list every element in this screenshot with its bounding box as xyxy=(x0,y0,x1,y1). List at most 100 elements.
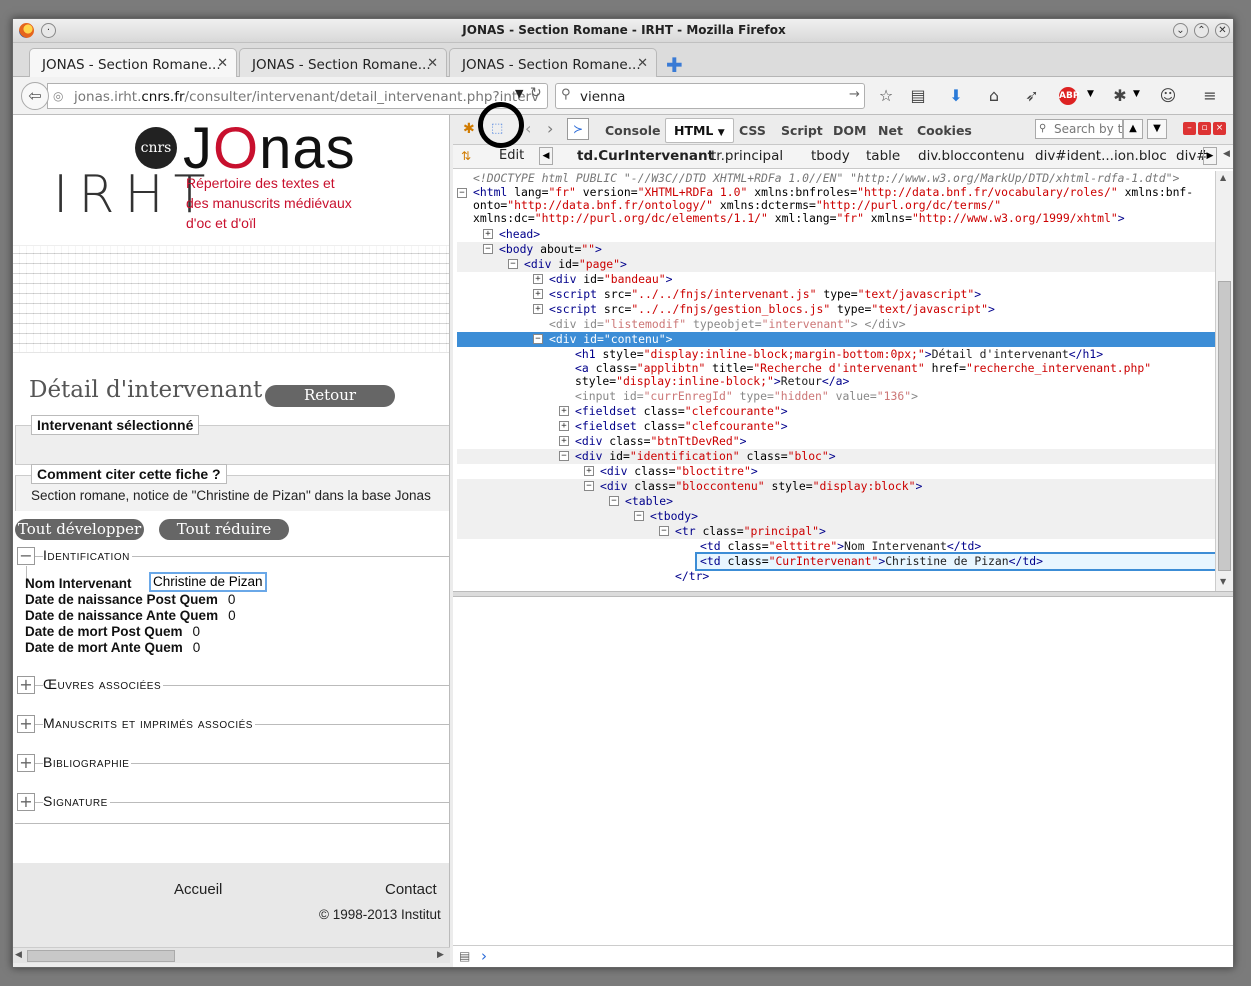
command-editor-icon[interactable]: ≻ xyxy=(567,118,589,140)
url-dropdown-icon[interactable]: ▼ xyxy=(515,87,523,100)
command-line[interactable]: ▤ › xyxy=(453,945,1233,967)
scroll-up-icon[interactable]: ▲ xyxy=(1220,173,1226,182)
detach-firebug-icon[interactable]: ▫ xyxy=(1198,122,1211,135)
collapse-icon[interactable]: − xyxy=(457,188,467,198)
nom-intervenant-input[interactable]: Christine de Pizan xyxy=(149,572,267,592)
collapse-icon[interactable]: − xyxy=(559,451,569,461)
expand-all-button[interactable]: Tout développer xyxy=(15,519,144,540)
node-a-retour[interactable]: <a class="applibtn" title="Recherche d'i… xyxy=(457,362,1177,390)
node-div-bloctitre[interactable]: + <div class="bloctitre"> xyxy=(457,464,1217,479)
scroll-down-icon[interactable]: ▼ xyxy=(1220,577,1226,586)
search-prev-icon[interactable]: ▲ xyxy=(1123,119,1143,139)
expand-icon[interactable]: + xyxy=(559,436,569,446)
breadcrumb-right-icon[interactable]: ▶ xyxy=(1203,147,1217,165)
search-next-icon[interactable]: ▼ xyxy=(1147,119,1167,139)
adblock-dropdown-icon[interactable]: ▼ xyxy=(1087,89,1094,99)
menu-icon[interactable]: ≡ xyxy=(1199,85,1221,107)
node-div-contenu[interactable]: − <div id="contenu"> xyxy=(457,332,1217,347)
tab-dom[interactable]: DOM xyxy=(833,123,866,138)
section-oeuvres[interactable]: + Œuvres associées xyxy=(17,674,449,694)
section-manuscrits[interactable]: + Manuscrits et imprimés associés xyxy=(17,713,449,733)
tab-console[interactable]: Console xyxy=(605,123,660,138)
footer-home-link[interactable]: Accueil xyxy=(174,881,222,898)
tab-2[interactable]: JONAS - Section Romane... ✕ xyxy=(239,48,447,77)
tab-css[interactable]: CSS xyxy=(739,123,766,138)
firebug-menu-icon[interactable]: ✱ xyxy=(463,121,475,137)
expand-icon[interactable]: + xyxy=(533,304,543,314)
node-tbody[interactable]: − <tbody> xyxy=(457,509,1217,524)
node-input-currenregid[interactable]: <input id="currEnregId" type="hidden" va… xyxy=(457,389,1217,404)
social-icon[interactable]: ☺ xyxy=(1157,85,1179,107)
node-h1[interactable]: <h1 style="display:inline-block;margin-b… xyxy=(457,347,1217,362)
collapse-icon[interactable]: − xyxy=(634,511,644,521)
node-td-curintervenant[interactable]: <td class="CurIntervenant">Christine de … xyxy=(695,552,1217,571)
collapse-icon[interactable]: − xyxy=(483,244,493,254)
scroll-left-icon[interactable]: ◀ xyxy=(15,950,22,960)
section-signature[interactable]: + Signature xyxy=(17,791,449,811)
tab-1[interactable]: JONAS - Section Romane... ✕ xyxy=(29,48,237,78)
node-html[interactable]: − <html lang="fr" version="XHTML+RDFa 1.0… xyxy=(457,186,1197,231)
search-go-icon[interactable]: → xyxy=(849,87,860,102)
adblock-icon[interactable]: ABP xyxy=(1059,87,1079,105)
node-script-gestion[interactable]: + <script src="../../fnjs/gestion_blocs.j… xyxy=(457,302,1217,317)
firebug-icon[interactable]: ✱ xyxy=(1109,85,1131,107)
node-fieldset-1[interactable]: + <fieldset class="clefcourante"> xyxy=(457,404,1217,419)
scrollbar-thumb[interactable] xyxy=(1218,281,1231,571)
close-tab-icon[interactable]: ✕ xyxy=(427,56,438,71)
search-input[interactable]: vienna xyxy=(555,83,865,109)
collapse-icon[interactable]: − xyxy=(508,259,518,269)
expand-icon[interactable]: + xyxy=(483,229,493,239)
firebug-dropdown-icon[interactable]: ▼ xyxy=(1133,89,1140,99)
node-tr-close[interactable]: </tr> xyxy=(457,569,1217,584)
new-tab-icon[interactable]: ✚ xyxy=(666,53,683,77)
reload-icon[interactable]: ↻ xyxy=(530,85,542,101)
maximize-icon[interactable]: ⌃ xyxy=(1194,23,1209,38)
node-div-page[interactable]: − <div id="page"> xyxy=(457,257,1217,272)
home-icon[interactable]: ⌂ xyxy=(983,85,1005,107)
section-identification[interactable]: − Identification xyxy=(17,545,449,584)
expand-icon[interactable]: + xyxy=(17,793,35,811)
close-tab-icon[interactable]: ✕ xyxy=(217,56,228,71)
breadcrumb-item[interactable]: div#ident...ion.bloc xyxy=(1035,148,1167,164)
collapse-icon[interactable]: − xyxy=(659,526,669,536)
collapse-icon[interactable]: − xyxy=(533,334,543,344)
minimize-firebug-icon[interactable]: – xyxy=(1183,122,1196,135)
site-info-icon[interactable]: ◎ xyxy=(53,89,63,103)
html-tree-scrollbar[interactable]: ▲ ▼ xyxy=(1215,171,1233,591)
breadcrumb-item[interactable]: table xyxy=(866,148,900,164)
breadcrumb-left-icon[interactable]: ◀ xyxy=(539,147,553,165)
node-head[interactable]: + <head> xyxy=(457,227,1217,242)
back-icon[interactable]: ‹ xyxy=(525,119,531,138)
breadcrumb-item[interactable]: tr.principal xyxy=(711,148,783,164)
node-div-bandeau[interactable]: + <div id="bandeau"> xyxy=(457,272,1217,287)
node-table[interactable]: − <table> xyxy=(457,494,1217,509)
minimize-icon[interactable]: ⌄ xyxy=(1173,23,1188,38)
close-window-icon[interactable]: ✕ xyxy=(1215,23,1230,38)
breadcrumb-scroll-icon[interactable]: ◀ xyxy=(1223,149,1230,159)
expand-icon[interactable]: + xyxy=(17,715,35,733)
collapse-icon[interactable]: − xyxy=(17,547,35,565)
reading-list-icon[interactable]: ▤ xyxy=(907,85,929,107)
scroll-right-icon[interactable]: ▶ xyxy=(437,950,444,960)
section-bibliographie[interactable]: + Bibliographie xyxy=(17,752,449,772)
expand-icon[interactable]: + xyxy=(533,274,543,284)
close-tab-icon[interactable]: ✕ xyxy=(637,56,648,71)
expand-icon[interactable]: + xyxy=(584,466,594,476)
tab-html[interactable]: HTML ▼ xyxy=(665,118,734,143)
node-tr-principal[interactable]: − <tr class="principal"> xyxy=(457,524,1217,539)
close-firebug-icon[interactable]: × xyxy=(1213,122,1226,135)
node-fieldset-2[interactable]: + <fieldset class="clefcourante"> xyxy=(457,419,1217,434)
node-div-listemodif[interactable]: <div id="listemodif" typeobjet="interven… xyxy=(457,317,1217,332)
firebug-search-input[interactable]: Search by t xyxy=(1035,119,1123,139)
breadcrumb-item[interactable]: tbody xyxy=(811,148,850,164)
footer-contact-link[interactable]: Contact xyxy=(385,881,437,898)
bookmark-star-icon[interactable]: ☆ xyxy=(875,85,897,107)
node-div-bloccontenu[interactable]: − <div class="bloccontenu" style="display… xyxy=(457,479,1217,494)
forward-icon[interactable]: › xyxy=(547,119,553,138)
collapse-all-button[interactable]: Tout réduire xyxy=(159,519,289,540)
expand-icon[interactable]: + xyxy=(559,421,569,431)
node-td-elttitre[interactable]: <td class="elttitre">Nom Intervenant</td… xyxy=(457,539,1217,554)
tab-net[interactable]: Net xyxy=(878,123,903,138)
expand-icon[interactable]: + xyxy=(17,676,35,694)
collapse-icon[interactable]: − xyxy=(609,496,619,506)
